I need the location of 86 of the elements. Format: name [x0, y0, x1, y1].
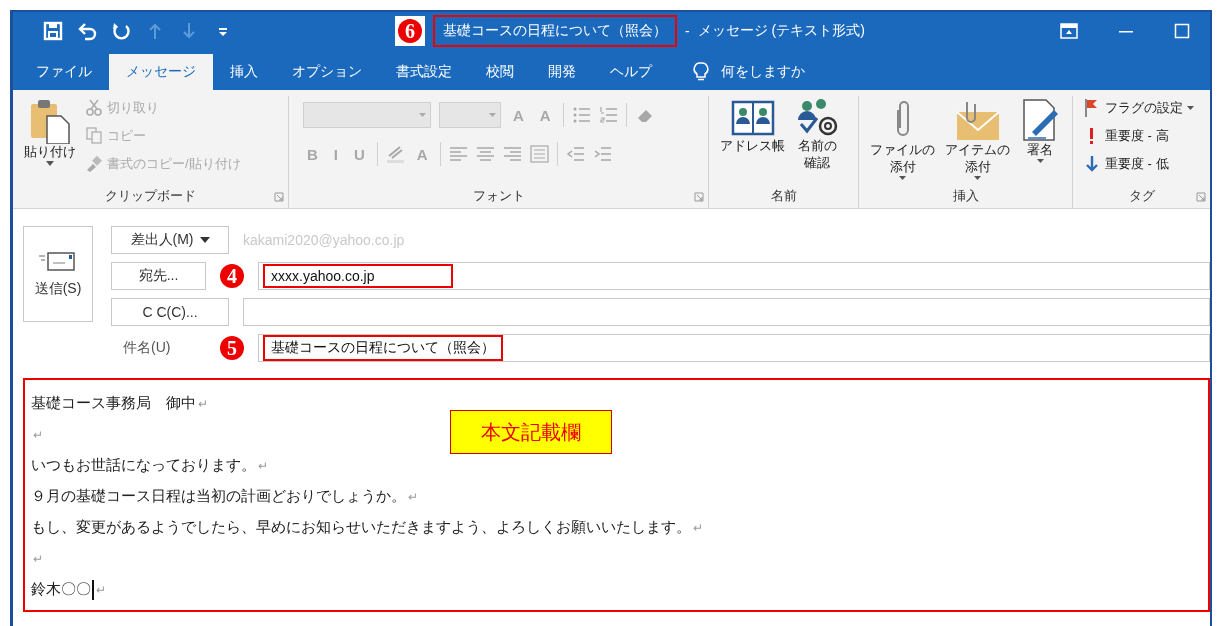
caret-icon — [46, 160, 54, 166]
launcher-icon[interactable] — [694, 192, 704, 202]
group-label: 名前 — [770, 187, 797, 205]
send-button[interactable]: 送信(S) — [23, 226, 93, 322]
title-separator: - — [685, 23, 690, 39]
numbered-list-icon[interactable] — [598, 105, 618, 125]
return-mark: ↵ — [693, 520, 703, 535]
return-mark: ↵ — [96, 582, 106, 597]
ribbon-tab[interactable]: ヘルプ — [593, 54, 669, 90]
envelope-icon — [38, 250, 78, 272]
return-mark: ↵ — [198, 396, 208, 411]
lightbulb-icon[interactable] — [693, 62, 709, 82]
align-center-icon[interactable] — [475, 144, 495, 164]
body-text: ９月の基礎コース日程は当初の計画どおりでしょうか。 — [31, 487, 406, 506]
ribbon-tab[interactable]: 書式設定 — [379, 54, 469, 90]
caret-icon — [199, 237, 210, 243]
subject-field[interactable]: 基礎コースの日程について（照会） — [258, 334, 1210, 362]
return-mark: ↵ — [33, 427, 43, 442]
number-marker: 5 — [220, 336, 244, 360]
tell-me-search[interactable]: 何をしますか — [721, 63, 805, 81]
undo-icon[interactable] — [77, 21, 97, 41]
ribbon-button[interactable]: 重要度 - 高 — [1083, 124, 1194, 148]
ribbon-button[interactable]: ファイルの添付 — [865, 96, 940, 184]
return-mark: ↵ — [258, 458, 268, 473]
paste-button[interactable]: 貼り付け — [19, 96, 81, 184]
number-marker: 6 — [398, 19, 422, 43]
subject-label: 件名(U) — [122, 339, 172, 357]
indent-icon[interactable] — [592, 144, 612, 164]
app-title: メッセージ (テキスト形式) — [697, 22, 865, 40]
people-at-icon — [795, 98, 839, 138]
callout-label: 本文記載欄 — [450, 410, 612, 454]
copy-icon — [85, 126, 103, 146]
window-title: 基礎コースの日程について（照会） — [433, 15, 677, 47]
maximize-icon[interactable] — [1174, 23, 1190, 39]
paintbrush-icon — [85, 154, 103, 174]
cc-field[interactable] — [243, 298, 1210, 326]
caret-icon — [489, 113, 496, 117]
ribbon-button[interactable]: アドレス帳 — [715, 96, 790, 184]
ribbon-button[interactable]: アイテムの添付 — [940, 96, 1015, 184]
to-field[interactable]: xxxx.yahoo.co.jp — [258, 262, 1210, 290]
group-label: クリップボード — [105, 187, 196, 205]
return-mark: ↵ — [33, 551, 43, 566]
ribbon-tab[interactable]: ファイル — [19, 54, 109, 90]
font-name-field[interactable] — [303, 102, 431, 128]
ribbon-display-icon[interactable] — [1060, 23, 1078, 39]
body-text: 基礎コース事務局 御中 — [31, 394, 196, 413]
group-label: タグ — [1128, 187, 1155, 205]
scissors-icon — [85, 98, 103, 118]
cc-button[interactable]: C C(C)... — [111, 298, 229, 326]
ribbon-button[interactable]: 名前の確認 — [790, 96, 844, 184]
highlighter-icon[interactable] — [385, 144, 405, 164]
ribbon-button[interactable]: 署名 — [1015, 96, 1065, 184]
ribbon-button[interactable]: フラグの設定 — [1083, 96, 1194, 120]
ribbon-button[interactable]: 重要度 - 低 — [1083, 152, 1194, 176]
body-text: いつもお世話になっております。 — [31, 456, 256, 475]
signature-icon — [1020, 98, 1060, 142]
ribbon-tab[interactable]: オプション — [275, 54, 379, 90]
down-arrow-icon — [1083, 154, 1101, 174]
group-label: 挿入 — [952, 187, 979, 205]
launcher-icon[interactable] — [274, 192, 284, 202]
caret-icon — [419, 113, 426, 117]
number-marker: 4 — [220, 264, 244, 288]
ribbon-tab[interactable]: 開発 — [531, 54, 593, 90]
message-body[interactable]: 基礎コース事務局 御中↵ ↵ いつもお世話になっております。↵ ９月の基礎コース日程は当初の計画どおりでしょうか。↵ もし、変更があるようでしたら、早めにお知らせいただきますよう、よろしくお願いいたします。↵ ↵ 鈴木〇〇 ↵ 本文記載欄 — [23, 378, 1210, 612]
exclamation-icon — [1090, 128, 1093, 144]
outdent-icon[interactable] — [565, 144, 585, 164]
caret-icon — [1187, 106, 1194, 110]
body-text: 鈴木〇〇 — [31, 580, 91, 599]
return-mark: ↵ — [408, 489, 418, 504]
bullet-list-icon[interactable] — [571, 105, 591, 125]
align-right-icon[interactable] — [502, 144, 522, 164]
launcher-icon[interactable] — [1196, 192, 1206, 202]
align-left-icon[interactable] — [448, 144, 468, 164]
font-size-field[interactable] — [439, 102, 501, 128]
body-text: もし、変更があるようでしたら、早めにお知らせいただきますよう、よろしくお願いいたします。 — [31, 518, 691, 537]
ribbon-tab[interactable]: 挿入 — [213, 54, 275, 90]
group-label: フォント — [472, 187, 525, 205]
from-button[interactable]: 差出人(M) — [111, 226, 229, 254]
ribbon-tab[interactable]: 校閲 — [469, 54, 531, 90]
clipboard-icon — [29, 98, 71, 144]
ribbon-tab[interactable]: メッセージ — [109, 54, 213, 90]
to-button[interactable]: 宛先... — [111, 262, 206, 290]
save-icon[interactable] — [43, 21, 63, 41]
redo-icon[interactable] — [111, 21, 131, 41]
justify-icon[interactable] — [529, 144, 549, 164]
address-book-icon — [730, 98, 775, 138]
